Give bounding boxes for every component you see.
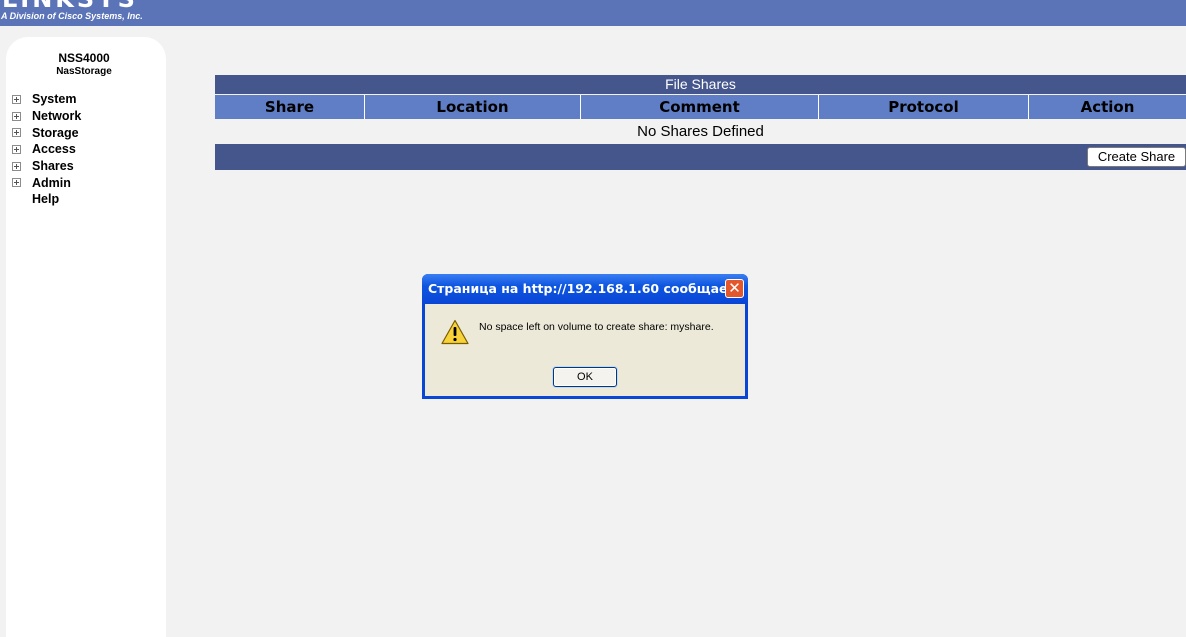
- column-header-share: Share: [215, 95, 365, 119]
- sidebar-item-label: Access: [32, 142, 76, 157]
- dialog-message: No space left on volume to create share:…: [479, 321, 714, 333]
- sidebar: NSS4000 NasStorage System Network Storag…: [6, 37, 166, 637]
- top-header: LINKSYS A Division of Cisco Systems, Inc…: [0, 0, 1186, 26]
- close-icon[interactable]: ✕: [725, 279, 744, 298]
- dialog-body: No space left on volume to create share:…: [425, 304, 745, 396]
- device-subtitle: NasStorage: [56, 66, 112, 77]
- empty-message: No Shares Defined: [215, 119, 1186, 144]
- sidebar-item-label: Admin: [32, 175, 71, 190]
- dialog-title: Страница на http://192.168.1.60 сообщает…: [428, 281, 740, 296]
- column-header-comment: Comment: [581, 95, 819, 119]
- create-share-button[interactable]: Create Share: [1087, 147, 1186, 167]
- sidebar-item-storage[interactable]: Storage: [12, 124, 81, 141]
- sidebar-item-shares[interactable]: Shares: [12, 158, 81, 175]
- table-title: File Shares: [215, 75, 1186, 94]
- sidebar-item-label: Help: [32, 192, 60, 207]
- sidebar-item-label: Shares: [32, 159, 74, 174]
- expand-plus-icon[interactable]: [12, 94, 21, 104]
- expand-plus-icon[interactable]: [12, 128, 21, 138]
- column-header-location: Location: [365, 95, 581, 119]
- expand-plus-icon[interactable]: [12, 161, 21, 171]
- table-footer: Create Share: [215, 144, 1186, 170]
- column-header-protocol: Protocol: [819, 95, 1029, 119]
- sidebar-nav: System Network Storage Access Shares Adm…: [12, 91, 81, 208]
- sidebar-item-system[interactable]: System: [12, 91, 81, 108]
- sidebar-item-admin[interactable]: Admin: [12, 174, 81, 191]
- column-header-action: Action: [1080, 98, 1135, 116]
- linksys-logo: LINKSYS: [2, 0, 138, 11]
- device-model: NSS4000: [58, 51, 110, 65]
- ok-button[interactable]: OK: [553, 367, 617, 387]
- expand-plus-icon[interactable]: [12, 178, 21, 188]
- sidebar-item-label: System: [32, 92, 77, 107]
- file-shares-table: File Shares Share Location Comment Proto…: [215, 75, 1186, 170]
- sidebar-item-help[interactable]: Help: [12, 191, 81, 208]
- alert-dialog: Страница на http://192.168.1.60 сообщает…: [422, 274, 748, 399]
- logo-tagline: A Division of Cisco Systems, Inc.: [1, 11, 143, 21]
- dialog-titlebar[interactable]: Страница на http://192.168.1.60 сообщает…: [422, 274, 748, 304]
- expand-plus-icon[interactable]: [12, 111, 21, 121]
- table-header-row: Share Location Comment Protocol Action: [215, 95, 1186, 119]
- expand-plus-icon[interactable]: [12, 144, 21, 154]
- sidebar-item-access[interactable]: Access: [12, 141, 81, 158]
- sidebar-item-network[interactable]: Network: [12, 108, 81, 125]
- sidebar-item-label: Storage: [32, 125, 79, 140]
- sidebar-item-label: Network: [32, 109, 82, 124]
- warning-icon: [441, 319, 469, 345]
